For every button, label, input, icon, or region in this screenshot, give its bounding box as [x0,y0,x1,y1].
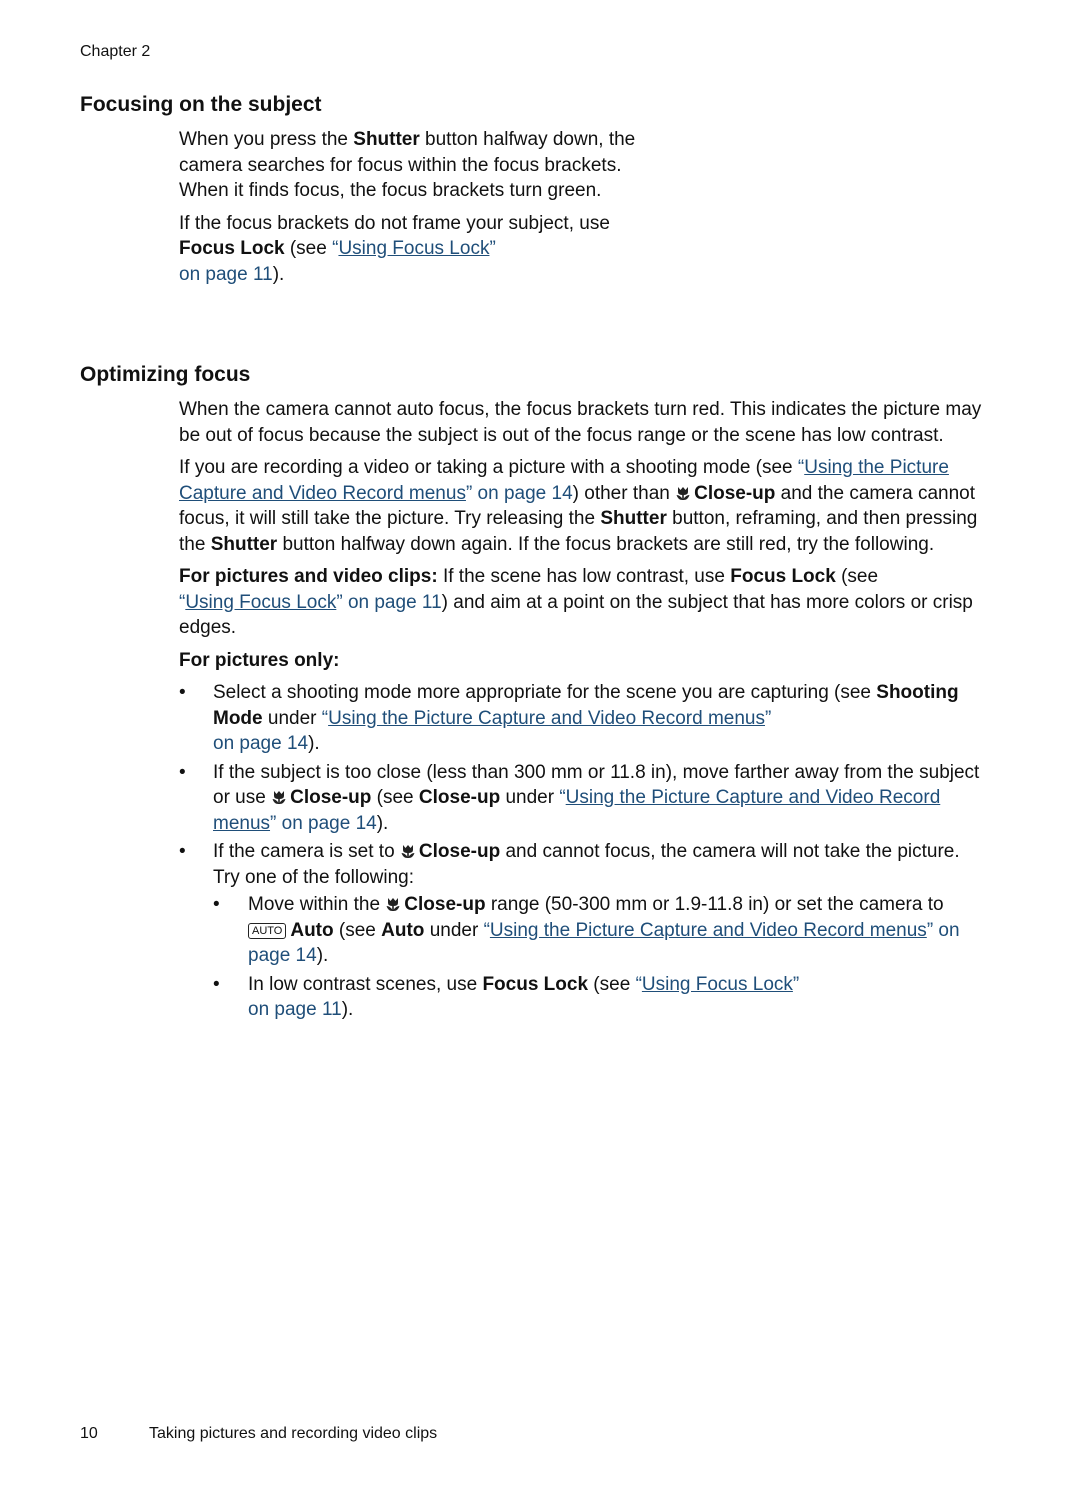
paragraph: When you press the Shutter button halfwa… [179,129,636,201]
footer-title: Taking pictures and recording video clip… [149,1425,438,1442]
page-ref[interactable]: on page 11 [343,592,442,613]
paragraph: If you are recording a video or taking a… [179,457,978,555]
macro-icon [676,486,690,500]
list-item: Select a shooting mode more appropriate … [179,680,989,757]
chapter-label: Chapter 2 [80,43,151,60]
page-ref[interactable]: on page 11 [248,999,342,1020]
paragraph: If the focus brackets do not frame your … [179,212,610,285]
section-focusing-body: When you press the Shutter button halfwa… [179,127,669,294]
macro-icon [272,791,286,804]
section-title-optimizing: Optimizing focus [80,363,251,386]
page-ref[interactable]: on page 11 [179,264,273,285]
link-using-focus-lock[interactable]: Using Focus Lock [642,974,793,995]
page-ref[interactable]: on page 14 [472,483,573,504]
macro-icon [386,898,400,911]
list-item: Move within the Close-up range (50-300 m… [213,892,989,969]
macro-icon [401,845,415,858]
page-ref[interactable]: on page 14 [276,813,377,834]
list-item: If the subject is too close (less than 3… [179,760,989,837]
page-number: 10 [80,1425,98,1442]
page-ref[interactable]: on page 14 [213,733,308,754]
section-title-focusing: Focusing on the subject [80,93,322,116]
section-optimizing-body: When the camera cannot auto focus, the f… [179,397,989,1026]
link-picture-capture-menus[interactable]: Using the Picture Capture and Video Reco… [490,920,927,941]
link-using-focus-lock[interactable]: Using Focus Lock [338,238,489,259]
subheading: For pictures only: [179,649,340,671]
sub-bullet-list: Move within the Close-up range (50-300 m… [213,892,989,1023]
auto-mode-icon: AUTO [248,922,287,939]
paragraph: When the camera cannot auto focus, the f… [179,399,982,446]
list-item: If the camera is set to Close-up and can… [179,839,989,1023]
list-item: In low contrast scenes, use Focus Lock (… [213,972,989,1023]
link-picture-capture-menus[interactable]: Using the Picture Capture and Video Reco… [328,708,765,729]
bullet-list: Select a shooting mode more appropriate … [179,680,989,1023]
link-using-focus-lock[interactable]: Using Focus Lock [185,592,336,613]
paragraph: For pictures and video clips: If the sce… [179,566,973,638]
